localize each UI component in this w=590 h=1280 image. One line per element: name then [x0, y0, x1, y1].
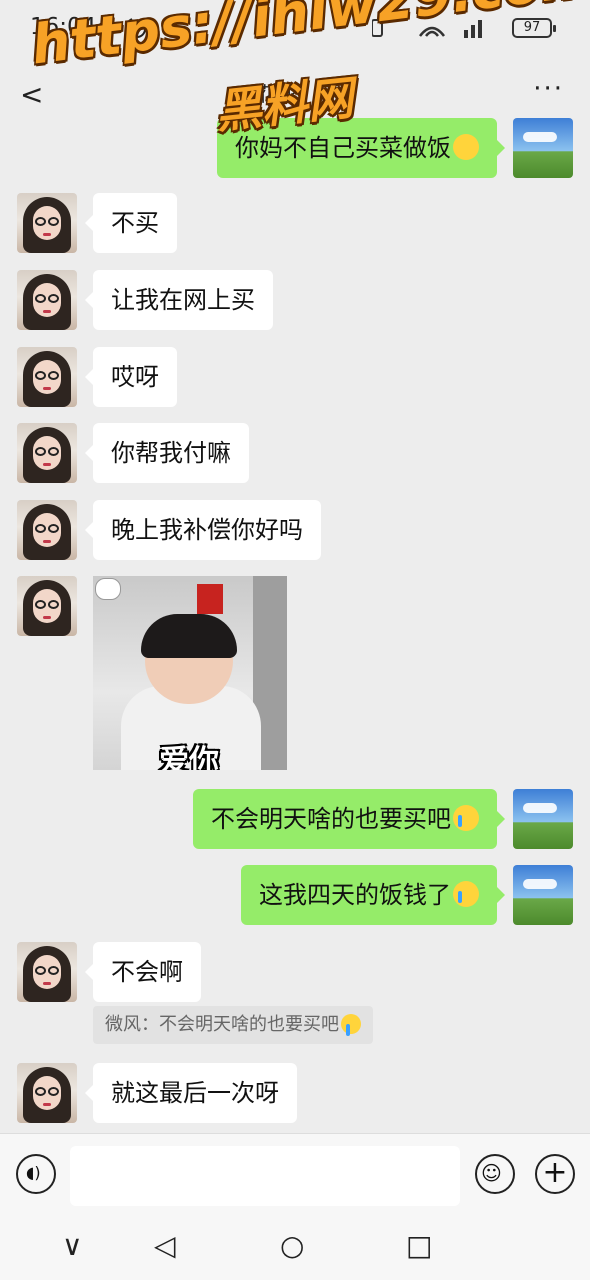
contact-avatar[interactable] [17, 576, 77, 636]
pleading-face-icon [453, 134, 479, 160]
message-text: 不会明天啥的也要买吧 [211, 805, 451, 833]
my-avatar[interactable] [513, 789, 573, 849]
contact-avatar[interactable] [17, 1063, 77, 1123]
message-text: 不买 [111, 209, 159, 237]
message-bubble-outgoing[interactable]: 这我四天的饭钱了 [241, 865, 505, 925]
message-bubble-incoming[interactable]: 让我在网上买 [85, 270, 273, 330]
quote-text: 微风：不会明天啥的也要买吧 [105, 1014, 339, 1035]
emoji-icon[interactable]: ☺ [475, 1154, 515, 1194]
nav-back-button[interactable]: ◁ [154, 1229, 176, 1262]
back-button[interactable]: < [20, 78, 43, 111]
system-nav-bar: ∨ ◁ ○ □ [0, 1219, 590, 1280]
message-text: 这我四天的饭钱了 [259, 881, 451, 909]
cat-icon [95, 578, 121, 600]
crying-face-icon [453, 881, 479, 907]
message-input[interactable] [70, 1146, 460, 1206]
nav-recent-button[interactable]: □ [406, 1229, 432, 1262]
input-bar: ◖) ☺ + [0, 1133, 590, 1220]
message-text: 就这最后一次呀 [111, 1079, 279, 1107]
message-bubble-outgoing[interactable]: 不会明天啥的也要买吧 [193, 789, 505, 849]
flag-icon [197, 584, 223, 614]
message-text: 哎呀 [111, 363, 159, 391]
more-options-button[interactable]: ··· [533, 74, 564, 104]
crying-laughing-icon [341, 1014, 361, 1036]
message-text: 让我在网上买 [111, 286, 255, 314]
nav-home-button[interactable]: ○ [280, 1229, 304, 1262]
message-text: 你妈不自己买菜做饭 [235, 134, 451, 162]
sticker-image[interactable]: 爱你 [93, 576, 287, 770]
message-bubble-incoming[interactable]: 哎呀 [85, 347, 177, 407]
message-bubble-incoming[interactable]: 不买 [85, 193, 177, 253]
contact-avatar[interactable] [17, 270, 77, 330]
contact-avatar[interactable] [17, 423, 77, 483]
message-bubble-incoming[interactable]: 就这最后一次呀 [85, 1063, 297, 1123]
contact-avatar[interactable] [17, 942, 77, 1002]
message-bubble-incoming[interactable]: 你帮我付嘛 [85, 423, 249, 483]
voice-icon[interactable]: ◖) [16, 1154, 56, 1194]
message-text: 晚上我补偿你好吗 [111, 516, 303, 544]
sticker-caption: 爱你 [159, 744, 219, 770]
contact-avatar[interactable] [17, 500, 77, 560]
my-avatar[interactable] [513, 865, 573, 925]
quoted-message[interactable]: 微风：不会明天啥的也要买吧 [93, 1006, 373, 1044]
contact-avatar[interactable] [17, 347, 77, 407]
battery-icon: 97 [512, 18, 556, 38]
crying-laughing-icon [453, 805, 479, 831]
message-text: 你帮我付嘛 [111, 439, 231, 467]
message-bubble-incoming[interactable]: 不会啊 [85, 942, 201, 1002]
hide-keyboard-button[interactable]: ∨ [62, 1229, 83, 1262]
contact-avatar[interactable] [17, 193, 77, 253]
message-bubble-incoming[interactable]: 晚上我补偿你好吗 [85, 500, 321, 560]
plus-icon[interactable]: + [535, 1154, 575, 1194]
my-avatar[interactable] [513, 118, 573, 178]
message-text: 不会啊 [111, 958, 183, 986]
